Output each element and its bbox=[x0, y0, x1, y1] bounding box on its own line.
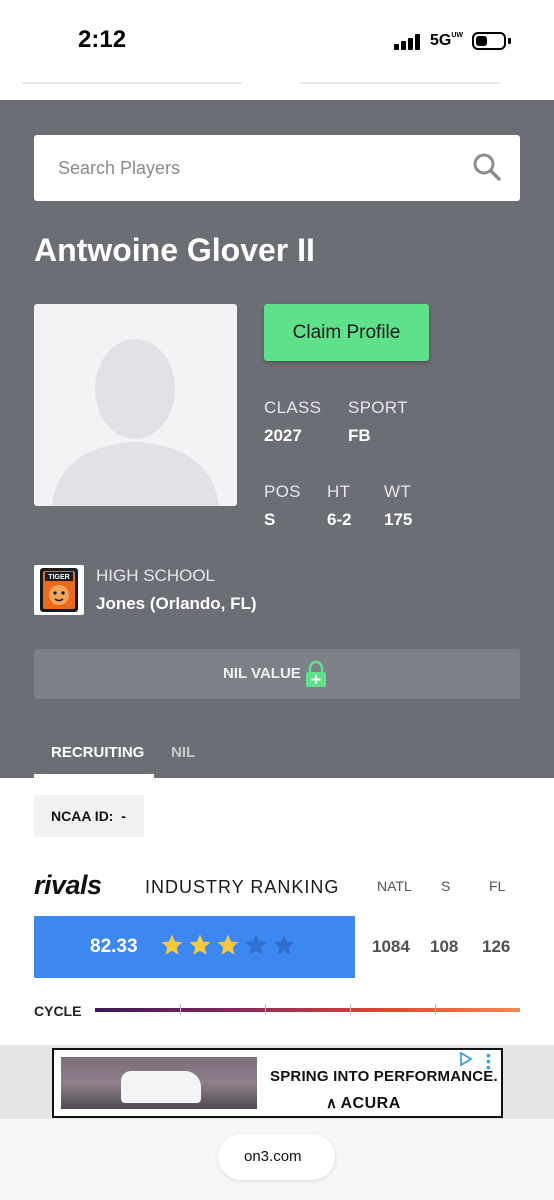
cycle-tick bbox=[265, 1004, 266, 1015]
search-bar bbox=[34, 135, 520, 201]
ncaa-id-text: NCAA ID: - bbox=[51, 808, 126, 824]
url-text: on3.com bbox=[244, 1148, 302, 1165]
signal-icon bbox=[394, 34, 422, 50]
position-rank-value: 108 bbox=[430, 937, 459, 956]
advertisement[interactable]: SPRING INTO PERFORMANCE. ∧ ACURA • • • bbox=[52, 1048, 503, 1118]
ad-headline: SPRING INTO PERFORMANCE. bbox=[270, 1068, 498, 1085]
ncaa-id-badge: NCAA ID: - bbox=[34, 795, 144, 837]
weight-value: 175 bbox=[384, 510, 413, 529]
state-position-column-header: S bbox=[441, 878, 451, 894]
ad-brand: ∧ ACURA bbox=[326, 1094, 401, 1113]
cycle-progress-bar bbox=[95, 1008, 520, 1012]
rivals-logo: rivals bbox=[34, 870, 102, 900]
star-empty-icon bbox=[273, 934, 295, 955]
sport-label: SPORT bbox=[348, 398, 408, 417]
ad-brand-text: ACURA bbox=[340, 1095, 401, 1112]
status-bar: 2:12 5GUW bbox=[0, 0, 554, 82]
tiger-logo-icon: TIGER bbox=[40, 568, 78, 612]
height-label: HT bbox=[327, 482, 351, 501]
player-name: Antwoine Glover II bbox=[34, 232, 315, 268]
status-time: 2:12 bbox=[78, 26, 127, 53]
position-value: S bbox=[264, 510, 276, 529]
car-shape bbox=[121, 1071, 201, 1103]
star-filled-icon bbox=[217, 934, 239, 955]
height-value: 6-2 bbox=[327, 510, 352, 529]
industry-ranking-label: INDUSTRY RANKING bbox=[145, 877, 340, 897]
state-rank-value: 126 bbox=[482, 937, 511, 956]
school-logo-text: TIGER bbox=[48, 574, 69, 581]
search-icon[interactable] bbox=[472, 152, 502, 182]
star-rating bbox=[160, 933, 300, 962]
page: 2:12 5GUW Antwoine Glover II Claim Profi… bbox=[0, 0, 554, 1200]
active-tab-indicator bbox=[34, 774, 154, 778]
search-input[interactable] bbox=[58, 153, 458, 183]
ad-car-image bbox=[61, 1057, 257, 1109]
ad-menu-icon[interactable]: • • • bbox=[486, 1048, 491, 1074]
class-label: CLASS bbox=[264, 398, 322, 417]
state-column-header: FL bbox=[489, 878, 506, 894]
class-value: 2027 bbox=[264, 426, 302, 445]
high-school-value[interactable]: Jones (Orlando, FL) bbox=[96, 594, 257, 614]
national-rank-value: 1084 bbox=[372, 937, 410, 956]
ad-choices-icon[interactable] bbox=[459, 1052, 473, 1066]
star-filled-icon bbox=[189, 934, 211, 955]
network-sub-label: UW bbox=[451, 32, 464, 39]
top-tab-divider bbox=[22, 82, 242, 84]
player-photo-placeholder bbox=[34, 304, 237, 506]
school-logo[interactable]: TIGER bbox=[34, 565, 84, 615]
sport-value: FB bbox=[348, 426, 371, 445]
tab-nil[interactable]: NIL bbox=[171, 744, 195, 761]
nil-value-label: NIL VALUE bbox=[223, 665, 301, 682]
natl-column-header: NATL bbox=[377, 878, 412, 894]
weight-label: WT bbox=[384, 482, 412, 501]
avatar-silhouette-icon bbox=[52, 339, 219, 506]
nil-value-bar[interactable]: NIL VALUE bbox=[34, 649, 520, 699]
star-empty-icon bbox=[245, 934, 267, 955]
position-label: POS bbox=[264, 482, 301, 501]
cycle-tick bbox=[350, 1004, 351, 1015]
battery-cap bbox=[508, 38, 511, 44]
battery-icon bbox=[472, 32, 506, 50]
network-label: 5G bbox=[430, 32, 452, 49]
star-filled-icon bbox=[161, 934, 183, 955]
url-bar[interactable]: on3.com bbox=[218, 1134, 335, 1180]
cycle-tick bbox=[180, 1004, 181, 1015]
claim-profile-button[interactable]: Claim Profile bbox=[264, 304, 429, 361]
cycle-tick bbox=[435, 1004, 436, 1015]
high-school-label: HIGH SCHOOL bbox=[96, 566, 216, 585]
tab-recruiting[interactable]: RECRUITING bbox=[51, 744, 144, 761]
lock-icon bbox=[306, 660, 326, 687]
rating-score-box: 82.33 bbox=[34, 916, 355, 978]
cycle-label: CYCLE bbox=[34, 1003, 82, 1019]
acura-logo-icon: ∧ bbox=[326, 1095, 338, 1112]
top-tab-divider bbox=[300, 82, 500, 84]
network-indicator: 5GUW bbox=[430, 32, 464, 50]
rating-score: 82.33 bbox=[90, 936, 138, 957]
